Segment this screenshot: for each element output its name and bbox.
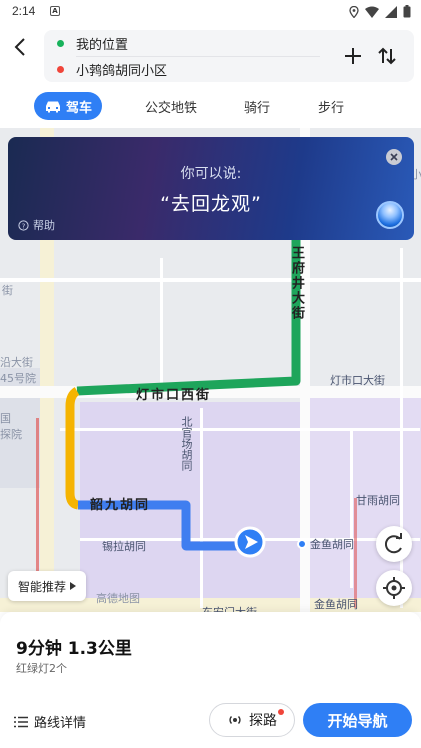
- map-label-xila: 锡拉胡同: [102, 540, 146, 553]
- map-label-edge-left: 街: [2, 284, 13, 297]
- status-bar: 2:14 A: [0, 0, 421, 24]
- map-label-dengshikou-west: 灯市口西街: [136, 388, 212, 403]
- help-icon: ?: [18, 219, 29, 231]
- swap-route-icon[interactable]: [376, 45, 398, 67]
- map-road: [350, 428, 353, 588]
- map-label-partial-4: 探院: [0, 428, 22, 441]
- voice-orb-icon[interactable]: [376, 201, 404, 229]
- wifi-icon: [365, 6, 379, 18]
- voice-hint: 你可以说:: [180, 166, 242, 182]
- origin-field[interactable]: 我的位置: [44, 30, 324, 56]
- tab-walking[interactable]: 步行: [306, 92, 356, 120]
- tab-walking-label: 步行: [317, 100, 344, 116]
- locate-icon: [383, 577, 405, 599]
- add-waypoint-icon[interactable]: [342, 45, 364, 67]
- tab-cycling[interactable]: 骑行: [232, 92, 282, 120]
- broadcast-icon: [229, 716, 241, 724]
- voice-suggested-phrase: “去回龙观”: [160, 193, 262, 215]
- voice-help-label: 帮助: [33, 219, 55, 232]
- map-label-dengshikou-main: 灯市口大街: [330, 374, 385, 387]
- map-road: [0, 278, 421, 282]
- voice-help-link[interactable]: ? 帮助: [18, 217, 55, 233]
- list-icon: [14, 716, 28, 727]
- start-navigation-label: 开始导航: [327, 711, 388, 730]
- map-road: [60, 428, 420, 431]
- car-icon: [45, 101, 60, 112]
- status-icons: [349, 5, 411, 18]
- map-road: [200, 408, 203, 608]
- map-label-partial-1: 沿大街: [0, 356, 33, 369]
- map-road-marker: [354, 498, 357, 608]
- origin-text: 我的位置: [76, 37, 129, 53]
- map-label-wangfujing: 王府井大街: [289, 246, 304, 321]
- map-label-partial-2: 45号院: [0, 372, 36, 385]
- signal-icon: [385, 5, 397, 18]
- back-arrow-icon[interactable]: [10, 36, 32, 58]
- map-label-beixiechang: 北官场胡同: [180, 416, 193, 471]
- map-label-dongankou: 东安门大街: [202, 604, 257, 612]
- destination-field[interactable]: 小鹁鸽胡同小区: [44, 56, 324, 82]
- map-watermark: 高德地图: [96, 592, 140, 605]
- explore-route-button[interactable]: 探路: [209, 703, 295, 737]
- tab-transit-label: 公交地铁: [144, 100, 197, 116]
- start-navigation-button[interactable]: 开始导航: [303, 703, 412, 737]
- map-label-ganyu: 甘雨胡同: [356, 494, 400, 507]
- destination-text: 小鹁鸽胡同小区: [76, 63, 168, 79]
- map-road: [160, 258, 163, 398]
- map-label-partial-3: 国: [0, 412, 11, 425]
- locate-me-button[interactable]: [376, 570, 412, 606]
- travel-mode-tabs: 驾车 公交地铁 骑行 步行: [0, 92, 421, 120]
- eta-distance: 9分钟 1.3公里: [16, 639, 132, 659]
- tab-cycling-label: 骑行: [243, 100, 270, 116]
- status-time: 2:14: [12, 4, 36, 18]
- smart-recommend-button[interactable]: 智能推荐: [8, 571, 87, 601]
- origin-dot-icon: [57, 39, 64, 47]
- battery-icon: [403, 5, 411, 18]
- smart-recommend-label: 智能推荐: [18, 579, 67, 594]
- destination-dot-icon: [57, 65, 64, 73]
- destination-marker: [297, 539, 307, 549]
- map-label-shaojiu: 韶九胡同: [90, 498, 151, 513]
- refresh-icon: [384, 533, 402, 554]
- tab-drive[interactable]: 驾车: [34, 92, 102, 120]
- new-badge-dot: [278, 709, 284, 715]
- refresh-route-button[interactable]: [376, 526, 412, 562]
- explore-label: 探路: [249, 713, 277, 729]
- close-icon[interactable]: [386, 149, 402, 165]
- tab-drive-label: 驾车: [65, 100, 92, 116]
- voice-assistant-card: 你可以说: “去回龙观” ? 帮助: [8, 137, 414, 240]
- notification-icon: A: [50, 6, 60, 16]
- caret-right-icon: [70, 582, 77, 590]
- svg-text:?: ?: [22, 222, 26, 230]
- route-details-label: 路线详情: [34, 716, 87, 731]
- traffic-lights-count: 红绿灯2个: [16, 662, 67, 675]
- map-label-jinyu: 金鱼胡同: [310, 538, 354, 551]
- route-summary-panel: 9分钟 1.3公里 红绿灯2个 路线详情 探路 开始导航: [0, 612, 421, 748]
- route-details-button[interactable]: 路线详情: [14, 712, 86, 731]
- route-inputs: 我的位置 小鹁鸽胡同小区: [44, 30, 414, 82]
- tab-transit[interactable]: 公交地铁: [136, 92, 206, 120]
- map-road-marker: [36, 418, 39, 578]
- map-label-jinyu-2: 金鱼胡同: [314, 598, 358, 611]
- location-icon: [349, 5, 359, 18]
